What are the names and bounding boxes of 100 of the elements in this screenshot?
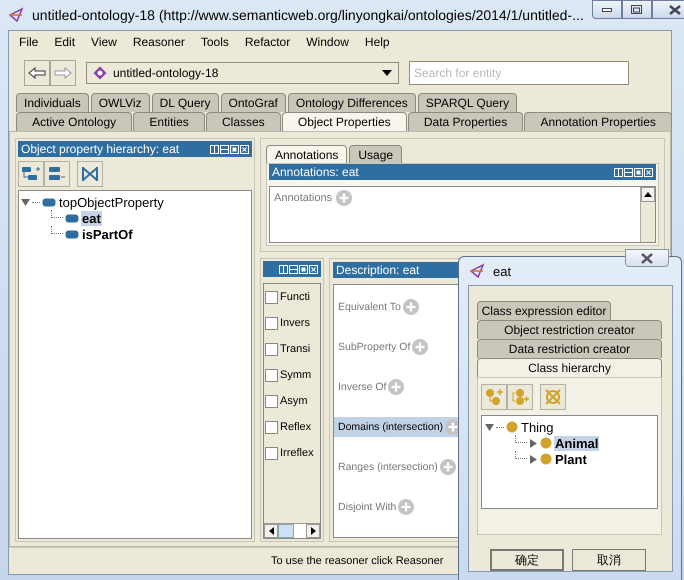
class-icon xyxy=(540,453,552,465)
window-title: untitled-ontology-18 (http://www.semanticweb.org/linyongkai/ontologies/2014/1/untitled-... xyxy=(32,7,584,23)
forward-arrow-icon xyxy=(54,67,72,79)
menu-item[interactable]: Tools xyxy=(192,35,237,49)
tab[interactable]: Annotations xyxy=(266,145,348,163)
tree-item[interactable]: isPartOf xyxy=(81,226,134,242)
maximize-button[interactable] xyxy=(622,0,652,19)
left-arrow-icon[interactable] xyxy=(268,527,274,535)
tab[interactable]: Ontology Differences xyxy=(288,93,416,112)
description-section[interactable]: Domains (intersection) xyxy=(334,417,460,437)
tab[interactable]: Object Properties xyxy=(282,112,407,131)
tab[interactable]: OntoGraf xyxy=(220,93,286,112)
maximize-icon[interactable] xyxy=(634,168,643,176)
close-icon xyxy=(640,252,654,264)
tab[interactable]: Class expression editor xyxy=(477,301,611,320)
class-icon xyxy=(506,421,518,433)
checkbox[interactable] xyxy=(265,290,278,304)
up-arrow-icon[interactable] xyxy=(644,192,652,197)
scrollbar[interactable] xyxy=(640,187,655,242)
close-button[interactable] xyxy=(652,0,684,19)
checkbox[interactable] xyxy=(265,420,278,434)
maximize-icon[interactable] xyxy=(299,264,308,274)
minimize-icon[interactable] xyxy=(220,144,229,154)
checkbox[interactable] xyxy=(265,316,278,330)
dialog-button[interactable]: 取消 xyxy=(572,549,646,571)
menu-item[interactable]: Window xyxy=(298,35,357,49)
dialog-button[interactable]: 确定 xyxy=(490,549,564,571)
search-field[interactable]: Search for entity xyxy=(409,61,629,85)
add-sibling-icon xyxy=(511,388,529,406)
tab[interactable]: Object restriction creator xyxy=(477,320,662,339)
collapse-icon[interactable] xyxy=(21,198,30,206)
split-icon[interactable] xyxy=(210,144,219,154)
checkbox-label: Symm xyxy=(280,369,312,381)
class-icon xyxy=(540,437,552,449)
checkbox[interactable] xyxy=(265,446,278,460)
property-icon xyxy=(42,198,56,206)
delete-icon xyxy=(81,166,99,182)
expand-icon[interactable] xyxy=(529,438,538,448)
close-button[interactable] xyxy=(625,249,669,267)
collapse-icon[interactable] xyxy=(485,422,494,432)
tree-item[interactable]: Plant xyxy=(554,452,588,466)
description-section[interactable]: Disjoint With xyxy=(334,497,460,517)
tree-item[interactable]: Thing xyxy=(520,420,555,434)
menu-item[interactable]: Edit xyxy=(46,35,84,49)
back-button[interactable] xyxy=(24,60,50,86)
menu-item[interactable]: File xyxy=(11,35,46,49)
close-icon[interactable] xyxy=(309,264,318,274)
maximize-icon[interactable] xyxy=(230,144,239,154)
right-arrow-icon[interactable] xyxy=(310,527,316,535)
menu-item[interactable]: Refactor xyxy=(236,35,298,49)
add-child-icon xyxy=(22,166,40,182)
checkbox[interactable] xyxy=(265,368,278,382)
description-section[interactable]: Equivalent To xyxy=(334,297,460,317)
tab[interactable]: Class hierarchy xyxy=(477,358,662,377)
tab[interactable]: Annotation Properties xyxy=(524,112,672,131)
tab[interactable]: Active Ontology xyxy=(16,112,132,131)
checkbox-label: Transi xyxy=(280,343,310,355)
delete-button[interactable] xyxy=(77,161,103,187)
scrollbar[interactable] xyxy=(264,523,320,538)
minimize-icon[interactable] xyxy=(624,168,633,176)
tab[interactable]: SPARQL Query xyxy=(418,93,518,112)
menu-item[interactable]: View xyxy=(83,35,125,49)
close-icon[interactable] xyxy=(644,168,653,176)
property-icon xyxy=(65,230,79,238)
add-child-icon xyxy=(485,388,503,406)
split-icon[interactable] xyxy=(614,168,623,176)
expand-icon[interactable] xyxy=(529,454,538,464)
menu-item[interactable]: Reasoner xyxy=(124,35,193,49)
tab[interactable]: OWLViz xyxy=(90,93,150,112)
menu-item[interactable]: Help xyxy=(356,35,398,49)
minimize-icon xyxy=(602,8,612,12)
tab[interactable]: Entities xyxy=(133,112,205,131)
description-section[interactable]: Ranges (intersection) xyxy=(334,457,460,477)
tree-item[interactable]: Animal xyxy=(554,436,600,450)
close-icon xyxy=(668,4,681,14)
checkbox[interactable] xyxy=(265,394,278,408)
add-subproperty-button[interactable] xyxy=(18,161,44,187)
tab[interactable]: Data restriction creator xyxy=(477,339,662,358)
logo-icon xyxy=(469,263,485,279)
tree-item[interactable]: topObjectProperty xyxy=(58,194,165,210)
status-text: To use the reasoner click Reasoner xyxy=(271,555,444,567)
description-section[interactable]: SubProperty Of xyxy=(334,337,460,357)
tab[interactable]: Individuals xyxy=(16,93,89,112)
checkbox[interactable] xyxy=(265,342,278,356)
tree-item[interactable]: eat xyxy=(81,210,102,226)
logo-icon xyxy=(8,7,24,23)
minimize-button[interactable] xyxy=(592,0,622,19)
tab[interactable]: Usage xyxy=(349,145,402,163)
close-icon[interactable] xyxy=(240,144,249,154)
tab[interactable]: DL Query xyxy=(152,93,219,112)
split-icon[interactable] xyxy=(279,264,288,274)
description-section[interactable]: Inverse Of xyxy=(334,377,460,397)
delete-icon xyxy=(544,388,562,406)
tab[interactable]: Classes xyxy=(206,112,281,131)
add-sibling-button[interactable] xyxy=(44,161,70,187)
section-label: Annotations xyxy=(274,192,332,204)
tab[interactable]: Data Properties xyxy=(408,112,524,131)
checkbox-label: Irreflex xyxy=(280,447,314,459)
minimize-icon[interactable] xyxy=(289,264,298,274)
ontology-dropdown[interactable]: untitled-ontology-18 xyxy=(86,62,399,84)
